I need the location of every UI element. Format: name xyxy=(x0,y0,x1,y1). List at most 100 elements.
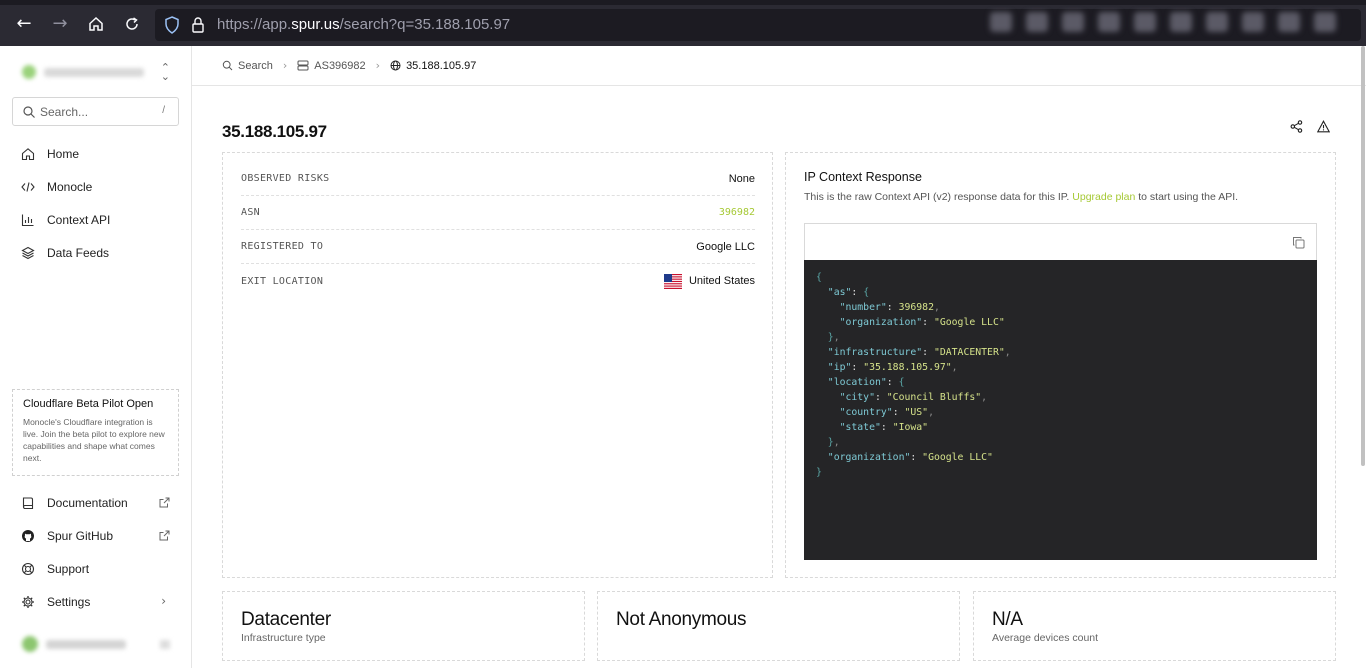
search-shortcut: / xyxy=(162,105,165,116)
extension-icon[interactable] xyxy=(1242,12,1264,32)
extension-icon[interactable] xyxy=(990,12,1012,32)
detail-value: United States xyxy=(663,273,755,289)
extension-icon[interactable] xyxy=(1134,12,1156,32)
extension-icon[interactable] xyxy=(1098,12,1120,32)
shield-icon[interactable] xyxy=(164,16,180,34)
detail-value: None xyxy=(728,172,755,185)
user-menu[interactable] xyxy=(12,630,180,658)
sidebar: ⌃⌄ / Home Monocle Context API Data Feeds… xyxy=(0,46,192,668)
reload-icon[interactable] xyxy=(122,14,142,34)
sidebar-item-label: Documentation xyxy=(47,496,128,510)
extension-icons xyxy=(986,12,1336,36)
sidebar-item-documentation[interactable]: Documentation xyxy=(12,489,180,517)
sidebar-item-label: Spur GitHub xyxy=(47,529,114,543)
forward-icon[interactable]: → xyxy=(50,14,70,34)
sidebar-item-label: Data Feeds xyxy=(47,246,110,260)
sidebar-item-home[interactable]: Home xyxy=(12,140,180,168)
detail-row-observed-risks: OBSERVED RISKS None xyxy=(241,162,755,196)
code-header xyxy=(804,223,1317,260)
external-link-icon xyxy=(159,497,170,508)
detail-row-exit-location: EXIT LOCATION United States xyxy=(241,264,755,298)
context-title: IP Context Response xyxy=(804,170,922,184)
scrollbar[interactable] xyxy=(1361,46,1365,466)
ip-details-card: OBSERVED RISKS None ASN 396982 REGISTERE… xyxy=(222,152,773,578)
breadcrumb-label: AS396982 xyxy=(314,59,366,72)
stat-label: Average devices count xyxy=(992,632,1099,644)
extension-icon[interactable] xyxy=(1170,12,1192,32)
sidebar-item-label: Settings xyxy=(47,595,91,609)
asn-link[interactable]: 396982 xyxy=(719,207,755,218)
stat-value: N/A xyxy=(992,609,1023,630)
detail-key: EXIT LOCATION xyxy=(241,275,324,287)
detail-key: OBSERVED RISKS xyxy=(241,173,330,184)
warning-icon[interactable] xyxy=(1316,120,1331,133)
org-name xyxy=(44,68,144,77)
exit-location-text: United States xyxy=(688,275,755,287)
back-icon[interactable]: ← xyxy=(14,14,34,34)
detail-key: ASN xyxy=(241,207,260,218)
extension-icon[interactable] xyxy=(1278,12,1300,32)
copy-icon[interactable] xyxy=(1292,236,1305,249)
chevron-updown-icon: ⌃ ⌄ xyxy=(160,61,170,83)
stat-value: Not Anonymous xyxy=(616,609,747,630)
upgrade-plan-link[interactable]: Upgrade plan xyxy=(1072,191,1135,203)
org-switcher[interactable]: ⌃ ⌄ xyxy=(12,56,180,88)
code-icon xyxy=(21,182,35,192)
chevron-right-icon: › xyxy=(375,59,381,72)
sidebar-item-data-feeds[interactable]: Data Feeds xyxy=(12,239,180,267)
sidebar-item-label: Support xyxy=(47,562,90,576)
breadcrumb-asn[interactable]: AS396982 xyxy=(297,59,366,72)
extension-icon[interactable] xyxy=(1314,12,1336,32)
user-name xyxy=(46,640,126,649)
book-icon xyxy=(22,497,34,510)
server-icon xyxy=(297,60,309,71)
stat-card-anonymity: Not Anonymous xyxy=(597,591,960,661)
breadcrumb-search[interactable]: Search xyxy=(222,60,273,72)
bar-chart-icon xyxy=(21,214,34,227)
page-title: 35.188.105.97 xyxy=(222,122,327,141)
detail-value: Google LLC xyxy=(696,240,755,253)
stat-value: Datacenter xyxy=(241,609,331,630)
sidebar-item-monocle[interactable]: Monocle xyxy=(12,173,180,201)
browser-toolbar: ← → https://app.spur.us/search?q=35.188.… xyxy=(0,0,1366,46)
promo-text: Monocle's Cloudflare integration is live… xyxy=(23,417,165,463)
avatar xyxy=(22,636,38,652)
sidebar-item-github[interactable]: Spur GitHub xyxy=(12,522,180,550)
sidebar-item-label: Monocle xyxy=(47,180,93,194)
search-box[interactable]: / xyxy=(12,97,179,126)
breadcrumb-label: 35.188.105.97 xyxy=(406,59,477,72)
stat-card-devices: N/A Average devices count xyxy=(973,591,1336,661)
globe-icon xyxy=(390,60,401,71)
home-icon[interactable] xyxy=(86,14,106,34)
share-icon[interactable] xyxy=(1290,120,1303,133)
sidebar-item-label: Context API xyxy=(47,213,111,227)
chevron-right-icon: › xyxy=(161,594,166,608)
ip-context-card: IP Context Response This is the raw Cont… xyxy=(785,152,1336,578)
detail-row-registered-to: REGISTERED TO Google LLC xyxy=(241,230,755,264)
main-content: Search › AS396982 › 35.188.105.97 35.188… xyxy=(192,46,1366,668)
chevron-right-icon: › xyxy=(282,59,288,72)
detail-row-asn: ASN 396982 xyxy=(241,196,755,230)
lock-icon[interactable] xyxy=(191,16,205,34)
sidebar-item-context-api[interactable]: Context API xyxy=(12,206,180,234)
tab-strip xyxy=(0,0,1366,5)
breadcrumb-label: Search xyxy=(238,59,273,72)
sidebar-item-support[interactable]: Support xyxy=(12,555,180,583)
sidebar-item-label: Home xyxy=(47,147,80,161)
extension-icon[interactable] xyxy=(1026,12,1048,32)
org-avatar xyxy=(22,65,36,79)
extension-icon[interactable] xyxy=(1062,12,1084,32)
promo-title: Cloudflare Beta Pilot Open xyxy=(23,398,154,410)
sidebar-item-settings[interactable]: Settings › xyxy=(12,588,180,616)
search-icon xyxy=(222,60,233,71)
external-link-icon xyxy=(159,530,170,541)
extension-icon[interactable] xyxy=(1206,12,1228,32)
json-response: { "as": { "number": 396982, "organizatio… xyxy=(804,260,1317,560)
search-input[interactable] xyxy=(40,103,150,121)
promo-card[interactable]: Cloudflare Beta Pilot Open Monocle's Clo… xyxy=(12,389,179,476)
layers-icon xyxy=(21,246,35,260)
stat-card-infrastructure: Datacenter Infrastructure type xyxy=(222,591,585,661)
detail-key: REGISTERED TO xyxy=(241,241,324,252)
us-flag-icon xyxy=(663,273,682,289)
more-icon xyxy=(160,640,170,649)
